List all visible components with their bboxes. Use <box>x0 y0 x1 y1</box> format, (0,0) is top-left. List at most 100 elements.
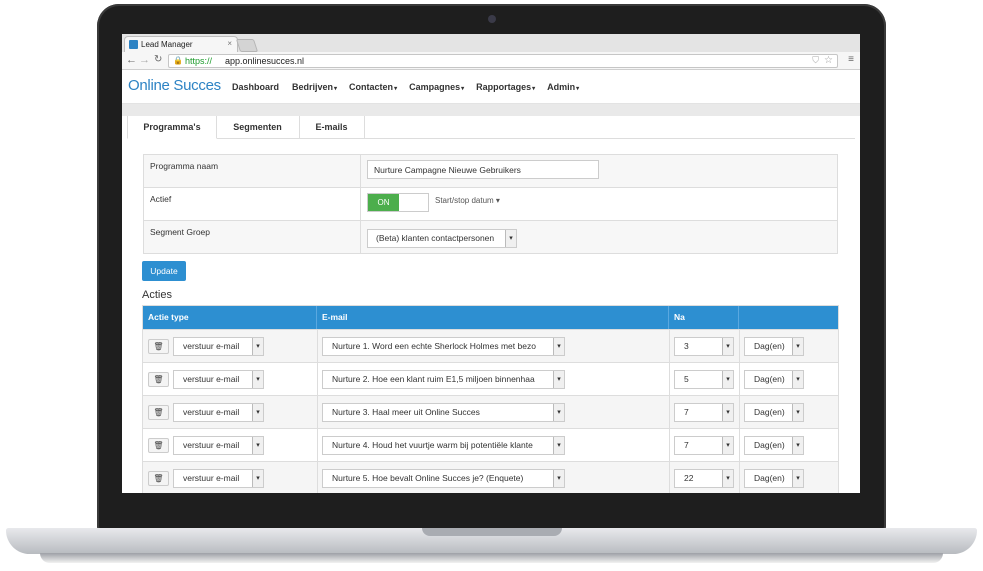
tab-close-icon[interactable]: × <box>227 39 232 48</box>
delete-button[interactable]: 🗑 <box>148 471 169 486</box>
na-select[interactable]: 7 ▾ <box>674 403 734 422</box>
settings-row-segment: Segment Groep (Beta) klanten contactpers… <box>144 221 837 253</box>
nav-admin[interactable]: Admin▾ <box>547 82 579 92</box>
unit-select[interactable]: Dag(en) ▾ <box>744 403 804 422</box>
chevron-down-icon: ▾ <box>252 371 263 388</box>
header-actie-type: Actie type <box>143 306 317 329</box>
nav-campagnes[interactable]: Campagnes▾ <box>409 82 464 92</box>
email-select[interactable]: Nurture 1. Word een echte Sherlock Holme… <box>322 337 565 356</box>
shield-icon[interactable]: ⛉ <box>812 55 819 66</box>
active-label: Actief <box>150 194 172 204</box>
active-toggle[interactable]: ON <box>367 193 429 212</box>
actie-type-value: verstuur e-mail <box>183 473 240 483</box>
tab-emails[interactable]: E-mails <box>299 116 365 138</box>
tab-programmas[interactable]: Programma's <box>127 116 217 139</box>
trash-icon: 🗑 <box>153 408 164 417</box>
trash-icon: 🗑 <box>153 474 164 483</box>
cell-actie-type: 🗑 verstuur e-mail ▾ <box>143 429 318 461</box>
back-icon[interactable]: ← <box>126 54 137 66</box>
table-row: 🗑 verstuur e-mail ▾ Nurture 3. Haal meer ui… <box>143 395 838 428</box>
start-stop-date-dropdown[interactable]: Start/stop datum ▾ <box>435 196 500 205</box>
chevron-down-icon: ▾ <box>792 338 803 355</box>
unit-select[interactable]: Dag(en) ▾ <box>744 337 804 356</box>
address-bar: ← → ↻ 🔒 https:// app.onlinesucces.nl ⛉ ☆… <box>122 52 860 70</box>
email-select[interactable]: Nurture 3. Haal meer uit Online Succes ▾ <box>322 403 565 422</box>
cell-unit: Dag(en) ▾ <box>739 429 838 461</box>
actie-type-value: verstuur e-mail <box>183 407 240 417</box>
cell-na: 7 ▾ <box>669 429 740 461</box>
laptop-base-shadow <box>40 553 943 563</box>
chevron-down-icon: ▾ <box>553 371 564 388</box>
email-value: Nurture 4. Houd het vuurtje warm bij pot… <box>332 440 533 450</box>
actie-type-value: verstuur e-mail <box>183 341 240 351</box>
update-button[interactable]: Update <box>142 261 186 281</box>
actions-header: Actie type E-mail Na <box>143 306 838 329</box>
chevron-down-icon: ▾ <box>553 437 564 454</box>
browser-tab[interactable]: Lead Manager × <box>124 36 238 53</box>
program-name-cell: Nurture Campagne Nieuwe Gebruikers <box>360 155 838 187</box>
cell-na: 5 ▾ <box>669 363 740 395</box>
forward-icon[interactable]: → <box>139 54 150 66</box>
trash-icon: 🗑 <box>153 375 164 384</box>
unit-select[interactable]: Dag(en) ▾ <box>744 370 804 389</box>
nav-rapportages[interactable]: Rapportages▾ <box>476 82 535 92</box>
na-select[interactable]: 3 ▾ <box>674 337 734 356</box>
email-select[interactable]: Nurture 5. Hoe bevalt Online Succes je? … <box>322 469 565 488</box>
header-divider <box>122 104 860 116</box>
table-row: 🗑 verstuur e-mail ▾ Nurture 2. Hoe een klan… <box>143 362 838 395</box>
unit-value: Dag(en) <box>754 341 785 351</box>
chevron-down-icon: ▾ <box>252 338 263 355</box>
new-tab-button[interactable] <box>235 39 259 52</box>
program-name-input[interactable]: Nurture Campagne Nieuwe Gebruikers <box>367 160 599 179</box>
menu-icon[interactable]: ≡ <box>848 54 854 65</box>
actie-type-select[interactable]: verstuur e-mail ▾ <box>173 370 264 389</box>
na-select[interactable]: 5 ▾ <box>674 370 734 389</box>
tab-segmenten[interactable]: Segmenten <box>216 116 300 138</box>
table-row: 🗑 verstuur e-mail ▾ Nurture 5. Hoe bevalt O… <box>143 461 838 493</box>
program-tabs: Programma's Segmenten E-mails <box>127 116 855 139</box>
nav-contacten[interactable]: Contacten▾ <box>349 82 397 92</box>
actions-table: Actie type E-mail Na 🗑 verstuur e-mail ▾ Nu… <box>142 305 839 493</box>
delete-button[interactable]: 🗑 <box>148 405 169 420</box>
program-name-label: Programma naam <box>150 161 219 171</box>
unit-select[interactable]: Dag(en) ▾ <box>744 469 804 488</box>
favicon-icon <box>129 40 138 49</box>
unit-select[interactable]: Dag(en) ▾ <box>744 436 804 455</box>
laptop-notch <box>422 528 562 536</box>
browser-tabbar: Lead Manager × <box>122 34 860 53</box>
na-select[interactable]: 7 ▾ <box>674 436 734 455</box>
delete-button[interactable]: 🗑 <box>148 339 169 354</box>
delete-button[interactable]: 🗑 <box>148 372 169 387</box>
na-select[interactable]: 22 ▾ <box>674 469 734 488</box>
reload-icon[interactable]: ↻ <box>154 54 162 65</box>
cell-na: 3 ▾ <box>669 330 740 362</box>
nav-bedrijven[interactable]: Bedrijven▾ <box>292 82 337 92</box>
lock-icon: 🔒 <box>173 56 183 65</box>
chevron-down-icon: ▾ <box>792 371 803 388</box>
email-select[interactable]: Nurture 2. Hoe een klant ruim E1,5 miljo… <box>322 370 565 389</box>
cell-email: Nurture 2. Hoe een klant ruim E1,5 miljo… <box>317 363 670 395</box>
logo[interactable]: Online Succes <box>128 77 221 94</box>
actie-type-select[interactable]: verstuur e-mail ▾ <box>173 436 264 455</box>
chevron-down-icon: ▾ <box>792 404 803 421</box>
chevron-down-icon: ▾ <box>553 404 564 421</box>
cell-na: 22 ▾ <box>669 462 740 493</box>
cell-actie-type: 🗑 verstuur e-mail ▾ <box>143 462 318 493</box>
star-icon[interactable]: ☆ <box>824 55 833 66</box>
delete-button[interactable]: 🗑 <box>148 438 169 453</box>
cell-na: 7 ▾ <box>669 396 740 428</box>
unit-value: Dag(en) <box>754 473 785 483</box>
actie-type-select[interactable]: verstuur e-mail ▾ <box>173 469 264 488</box>
cell-unit: Dag(en) ▾ <box>739 396 838 428</box>
cell-actie-type: 🗑 verstuur e-mail ▾ <box>143 363 318 395</box>
cell-actie-type: 🗑 verstuur e-mail ▾ <box>143 330 318 362</box>
actie-type-select[interactable]: verstuur e-mail ▾ <box>173 337 264 356</box>
nav-dashboard[interactable]: Dashboard <box>232 82 280 92</box>
header-email: E-mail <box>317 306 669 329</box>
segment-group-select[interactable]: (Beta) klanten contactpersonen ▾ <box>367 229 517 248</box>
email-select[interactable]: Nurture 4. Houd het vuurtje warm bij pot… <box>322 436 565 455</box>
email-value: Nurture 2. Hoe een klant ruim E1,5 miljo… <box>332 374 535 384</box>
url-input[interactable]: 🔒 https:// app.onlinesucces.nl ⛉ ☆ <box>168 54 838 68</box>
actie-type-select[interactable]: verstuur e-mail ▾ <box>173 403 264 422</box>
email-value: Nurture 5. Hoe bevalt Online Succes je? … <box>332 473 524 483</box>
